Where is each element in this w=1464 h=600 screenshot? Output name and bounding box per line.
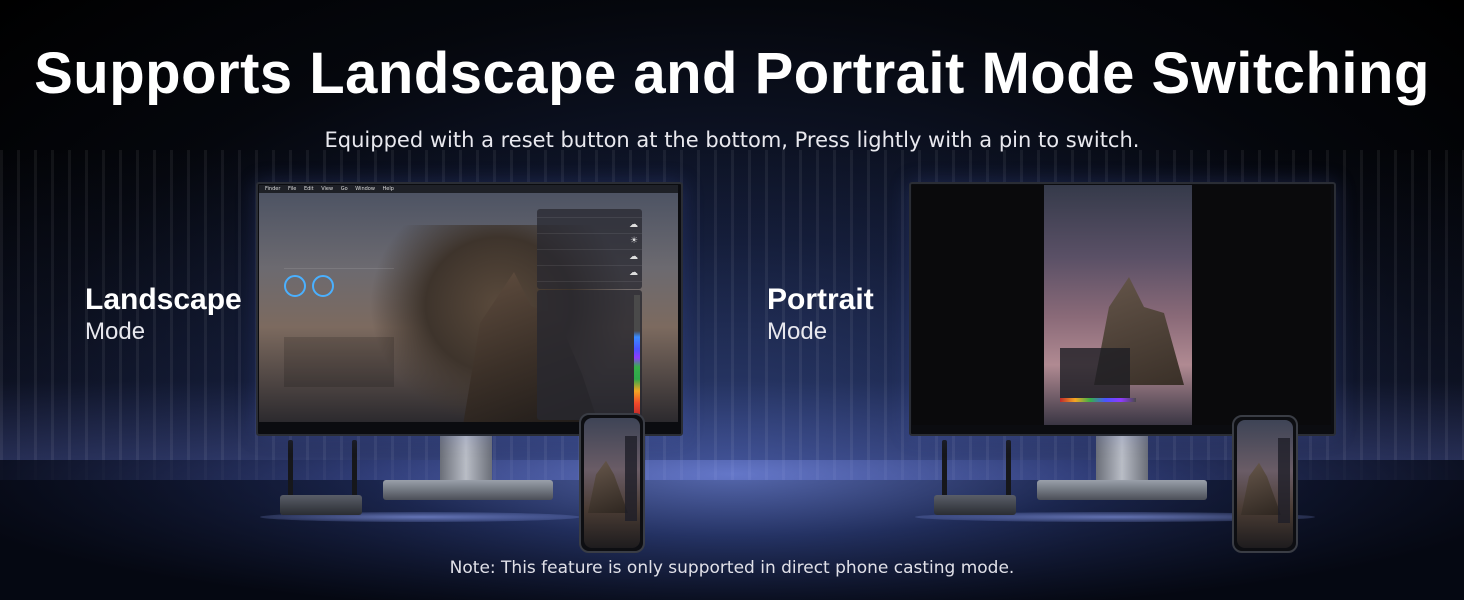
portrait-label-title: Portrait xyxy=(767,283,874,316)
notes-widget xyxy=(537,290,642,420)
monitor-stand-base xyxy=(1037,480,1207,500)
landscape-mode-label: Landscape Mode xyxy=(85,283,242,347)
router-device-left xyxy=(280,495,362,515)
phone-wallpaper-rock xyxy=(588,460,628,513)
monitor-stand-base xyxy=(383,480,553,500)
router-antenna xyxy=(1006,440,1011,500)
router-device-right xyxy=(934,495,1016,515)
headline: Supports Landscape and Portrait Mode Swi… xyxy=(34,41,1430,106)
menubar-item: Window xyxy=(355,186,375,192)
menubar-item: Finder xyxy=(265,186,281,192)
phone-widget-column xyxy=(1278,438,1290,523)
color-palette-bar xyxy=(634,295,640,415)
landscape-screen: Finder File Edit View Go Window Help ☁ ☀… xyxy=(259,185,678,422)
menubar-item: File xyxy=(287,186,297,192)
menubar-item: Go xyxy=(340,186,348,192)
weather-widget: ☁ ☀ ☁ ☁ xyxy=(537,209,642,289)
menubar: Finder File Edit View Go Window Help xyxy=(259,185,678,193)
portrait-rotated-display xyxy=(1044,185,1192,425)
router-antenna xyxy=(288,440,293,500)
phone-screen xyxy=(584,418,640,548)
menubar-item: View xyxy=(321,186,334,192)
router-antenna xyxy=(352,440,357,500)
menubar-item: Edit xyxy=(303,186,314,192)
footer-note: Note: This feature is only supported in … xyxy=(449,558,1015,578)
phone-portrait-demo xyxy=(1232,415,1298,553)
portrait-widget-panel xyxy=(1060,348,1130,398)
phone-wallpaper-rock xyxy=(1241,462,1281,515)
phone-landscape-demo xyxy=(579,413,645,553)
phone-screen xyxy=(1237,420,1293,548)
router-antenna xyxy=(942,440,947,500)
phone-widget-column xyxy=(625,436,637,521)
landscape-label-title: Landscape xyxy=(85,283,242,316)
menubar-item: Help xyxy=(382,186,394,192)
portrait-color-stripe xyxy=(1060,398,1136,402)
landscape-label-subtitle: Mode xyxy=(85,318,146,345)
subheadline: Equipped with a reset button at the bott… xyxy=(324,128,1140,152)
desktop-widgets-left xyxy=(284,213,394,387)
portrait-mode-label: Portrait Mode xyxy=(767,283,874,347)
portrait-label-subtitle: Mode xyxy=(767,318,828,345)
